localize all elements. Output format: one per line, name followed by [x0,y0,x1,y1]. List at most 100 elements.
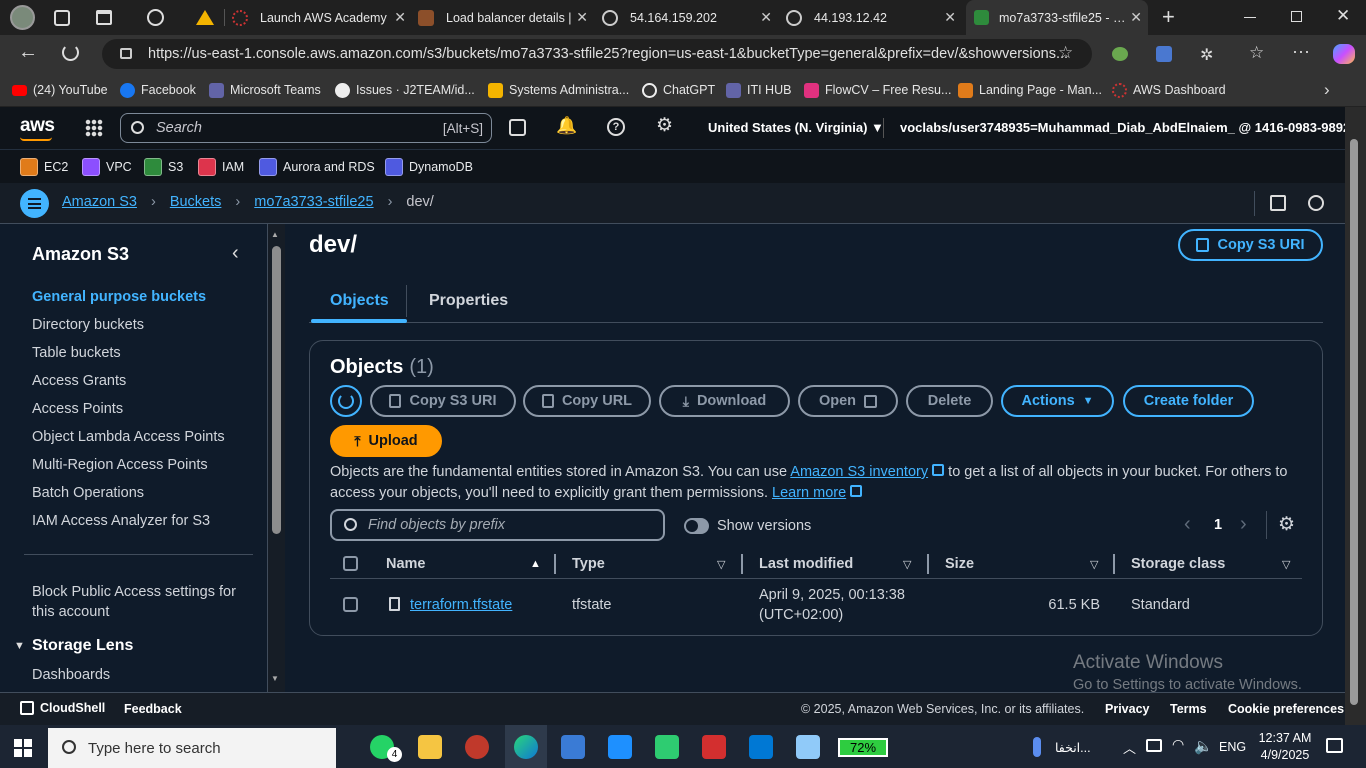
services-grid-icon[interactable] [85,119,103,137]
page-scrollbar[interactable] [1345,107,1366,725]
network-icon[interactable] [1146,739,1162,752]
profile-avatar[interactable] [10,5,35,30]
refresh-icon[interactable] [62,44,79,61]
sidebar-item-iam-access-analyzer[interactable]: IAM Access Analyzer for S3 [32,513,210,529]
app-icon[interactable] [608,735,632,759]
service-iam[interactable]: IAM [198,150,244,183]
table-settings-icon[interactable]: ⚙ [1278,513,1295,536]
privacy-link[interactable]: Privacy [1105,702,1149,716]
terms-link[interactable]: Terms [1170,702,1207,716]
menu-toggle-button[interactable] [20,189,49,218]
download-button[interactable]: ⤓ Download [659,385,790,417]
cloudshell-icon[interactable] [509,119,526,136]
learn-more-link[interactable]: Learn more [772,485,846,501]
pdf-icon[interactable] [702,735,726,759]
service-vpc[interactable]: VPC [82,150,132,183]
upload-button[interactable]: ⤒ Upload [330,425,442,457]
new-tab-button[interactable]: + [1162,4,1175,30]
file-explorer-icon[interactable] [418,735,442,759]
page-number[interactable]: 1 [1214,517,1222,533]
fav-youtube[interactable]: (24) YouTube [12,73,108,107]
extension-icon[interactable] [1112,47,1128,61]
address-bar[interactable]: https://us-east-1.console.aws.amazon.com… [102,39,1092,69]
sidebar-item-access-points[interactable]: Access Points [32,401,123,417]
close-sidebar-icon[interactable]: ‹ [232,242,239,265]
sidebar-item-directory-buckets[interactable]: Directory buckets [32,317,144,333]
crumb-amazon-s3[interactable]: Amazon S3 [62,194,137,210]
sidebar-item-access-grants[interactable]: Access Grants [32,373,126,389]
sort-icon[interactable]: ▽ [717,558,725,571]
app-icon[interactable] [465,735,489,759]
notifications-panel-icon[interactable] [1308,195,1324,211]
sort-icon[interactable]: ▽ [1282,558,1290,571]
app-icon[interactable] [655,735,679,759]
sidebar-item-object-lambda[interactable]: Object Lambda Access Points [32,429,225,445]
restore-button[interactable] [1291,11,1302,22]
close-icon[interactable]: ✕ [1130,9,1142,26]
region-selector[interactable]: United States (N. Virginia) ▼ [708,120,884,135]
settings-icon[interactable]: ⚙ [656,114,673,137]
tab-aws-academy[interactable]: Launch AWS Academy ✕ [232,0,412,35]
extensions-icon[interactable]: ✲ [1200,45,1213,65]
clock-time[interactable]: 12:37 AM [1255,731,1315,745]
fav-landing[interactable]: Landing Page - Man... [958,73,1102,107]
sidebar-item-batch-operations[interactable]: Batch Operations [32,485,144,501]
refresh-button[interactable] [330,385,362,417]
aws-logo[interactable]: aws [20,115,55,137]
favorites-icon[interactable]: ☆ [1249,43,1264,63]
copy-s3-uri-button[interactable]: Copy S3 URI [370,385,516,417]
sort-icon[interactable]: ▽ [1090,558,1098,571]
fav-github[interactable]: Issues · J2TEAM/id... [335,73,475,107]
minimize-button[interactable] [1244,17,1256,18]
help-icon[interactable]: ? [607,118,625,136]
screenshot-icon[interactable] [561,735,585,759]
cookie-preferences-link[interactable]: Cookie preferences [1228,702,1344,716]
tab-ip-1[interactable]: 54.164.159.202 ✕ [602,0,778,35]
toggle-switch[interactable] [684,518,709,534]
close-window-button[interactable]: ✕ [1336,6,1350,26]
back-icon[interactable]: ← [18,41,38,64]
create-folder-button[interactable]: Create folder [1123,385,1254,417]
language-indicator[interactable]: ENG [1219,740,1246,754]
pinned-tab-icon[interactable] [147,9,164,26]
feedback-link[interactable]: Feedback [124,702,182,716]
copy-url-button[interactable]: Copy URL [523,385,651,417]
sidebar-item-block-public-access[interactable]: Block Public Access settings for this ac… [32,582,242,622]
select-all-checkbox[interactable] [343,556,358,571]
sidebar-item-general-purpose-buckets[interactable]: General purpose buckets [32,289,206,305]
show-versions-toggle[interactable]: Show versions [684,518,811,534]
cloudshell-link[interactable]: CloudShell [20,701,105,715]
fav-drive[interactable]: Systems Administra... [488,73,629,107]
sidebar-item-dashboards[interactable]: Dashboards [32,667,110,683]
wifi-icon[interactable]: ◠ [1172,736,1184,753]
search-input[interactable]: Search [Alt+S] [120,113,492,143]
close-icon[interactable]: ✕ [760,9,772,26]
translate-icon[interactable] [1156,46,1172,62]
volume-icon[interactable]: 🔈 [1194,737,1213,755]
service-rds[interactable]: Aurora and RDS [259,150,375,183]
next-page-icon[interactable]: › [1240,513,1247,536]
tab-objects[interactable]: Objects [330,292,389,310]
column-header-last-modified[interactable]: Last modified [759,556,853,572]
actions-button[interactable]: Actions ▼ [1001,385,1114,417]
fav-teams[interactable]: Microsoft Teams [209,73,321,107]
fav-facebook[interactable]: Facebook [120,73,196,107]
close-icon[interactable]: ✕ [394,9,406,26]
bell-icon[interactable]: 🔔 [556,116,577,136]
service-ec2[interactable]: EC2 [20,150,68,183]
pinned-drive-icon[interactable] [196,10,214,25]
sidebar-scrollbar[interactable]: ▲ ▼ [268,224,285,692]
tab-ip-2[interactable]: 44.193.12.42 ✕ [786,0,962,35]
object-name-link[interactable]: terraform.tfstate [410,597,512,613]
taskbar-search[interactable]: Type here to search [48,728,336,768]
windows-start-icon[interactable] [14,739,32,757]
weather-text[interactable]: انخفا... [1055,740,1091,755]
battery-indicator[interactable]: 72% [838,738,888,757]
sort-asc-icon[interactable]: ▲ [530,558,541,570]
column-header-name[interactable]: Name [386,556,426,572]
workspaces-icon[interactable] [54,10,70,26]
info-panel-icon[interactable] [1270,195,1286,211]
tab-s3-bucket[interactable]: mo7a3733-stfile25 - S3 ✕ [966,0,1148,35]
account-menu[interactable]: voclabs/user3748935=Muhammad_Diab_AbdEln… [900,120,1366,135]
caret-down-icon[interactable]: ▼ [14,640,25,652]
